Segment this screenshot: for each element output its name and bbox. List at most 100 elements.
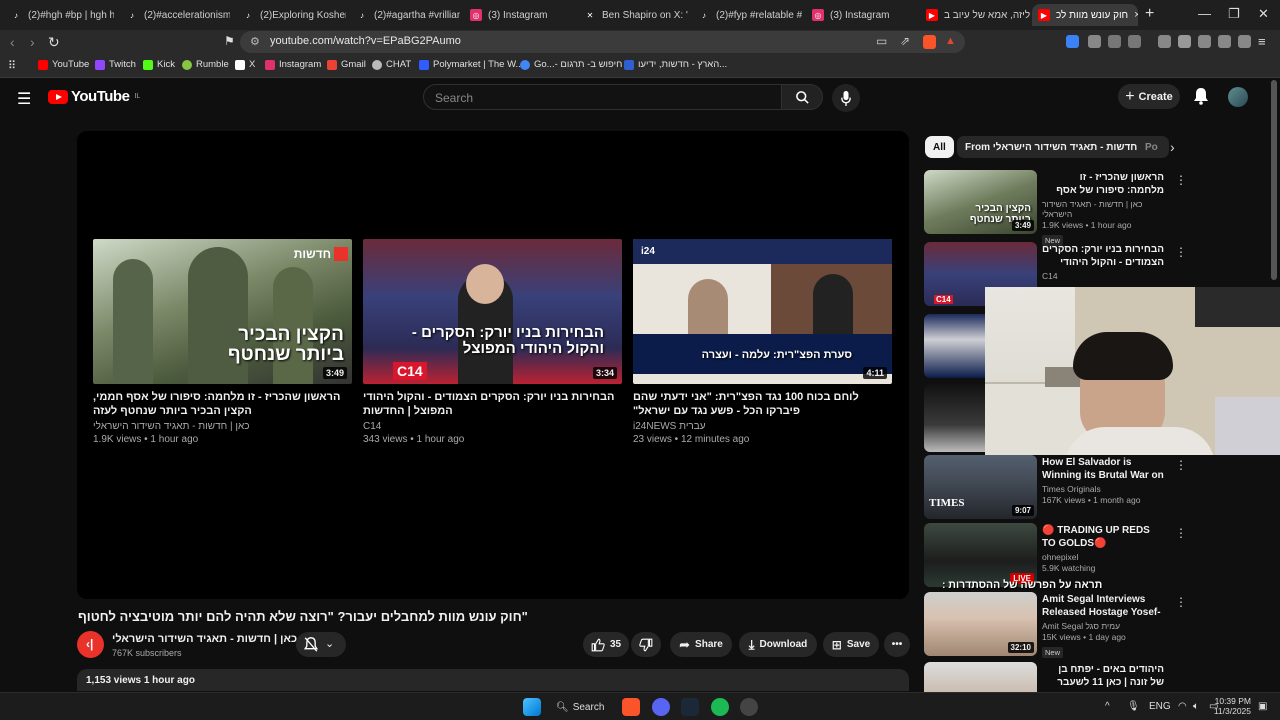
hamburger-menu-icon[interactable]: ☰ <box>17 89 31 109</box>
brave-rewards-icon[interactable]: ▲ <box>945 35 956 47</box>
brave-shields-icon[interactable] <box>923 35 936 49</box>
close-tab-icon[interactable]: × <box>1134 9 1138 21</box>
sidebar-video[interactable]: היהודים באים - יפתח בן של זונה | כאן 11 … <box>924 662 1174 692</box>
browser-tab[interactable]: ♪(2)#accelerationism # <box>120 4 230 26</box>
wifi-icon[interactable]: ◠ <box>1178 701 1187 712</box>
more-vertical-icon[interactable]: ⋮ <box>1175 526 1187 540</box>
install-icon[interactable]: ▭ <box>876 34 887 48</box>
url-field[interactable]: ⚙ youtube.com/watch?v=EPaBG2PAumo ▭ ⇗ ▲ <box>240 31 965 53</box>
c14-logo: C14 <box>393 362 427 380</box>
extension-icon[interactable] <box>1066 35 1079 48</box>
bookmark-youtube[interactable]: YouTube <box>38 59 89 70</box>
subscription-bell-button[interactable]: ⌄ <box>296 632 346 657</box>
notifications-button[interactable] <box>1193 87 1209 110</box>
sidebar-video[interactable]: הקצין הבכיר ביותר שנחטף 3:49 הראשון שהכר… <box>924 170 1187 246</box>
description-box[interactable]: 1,153 views 1 hour ago <box>77 669 909 691</box>
menu-icon[interactable]: ≡ <box>1258 34 1266 49</box>
page-scrollbar[interactable] <box>1271 80 1277 280</box>
bookmark-google-translate[interactable]: Go...- חיפוש ב- תרגום <box>520 59 622 70</box>
browser-tab[interactable]: ♪(2)#hgh #bp | hgh hor <box>4 4 114 26</box>
endscreen-video[interactable]: הבחירות בניו יורק: הסקרים - והקול היהודי… <box>363 239 622 445</box>
close-window-icon[interactable]: ✕ <box>1258 6 1269 22</box>
more-actions-button[interactable]: ••• <box>884 632 910 657</box>
browser-tab-active[interactable]: ▶ חוק עונש מוות לכ × <box>1032 4 1138 26</box>
notification-center-icon[interactable]: ▣ <box>1258 701 1267 712</box>
apps-icon[interactable]: ⠿ <box>8 59 16 72</box>
like-button[interactable]: 35 <box>583 632 629 657</box>
bookmark-kick[interactable]: Kick <box>143 59 175 70</box>
bookmark-icon[interactable]: ⚑ <box>224 34 235 48</box>
channel-avatar[interactable]: ‹| <box>77 631 104 658</box>
avatar[interactable] <box>1228 87 1248 107</box>
vpn-icon[interactable] <box>1238 35 1251 48</box>
browser-tab[interactable]: ◎ (3) Instagram <box>806 4 916 26</box>
search-input[interactable]: Search <box>423 84 782 110</box>
language-indicator[interactable]: ENG <box>1149 701 1171 712</box>
download-button[interactable]: ⤓ Download <box>739 632 817 657</box>
video-thumbnail[interactable] <box>924 314 985 378</box>
more-vertical-icon[interactable]: ⋮ <box>1175 595 1187 609</box>
bookmark-rumble[interactable]: Rumble <box>182 59 229 70</box>
app-icon[interactable] <box>740 698 758 716</box>
forward-icon[interactable]: › <box>30 34 35 50</box>
more-vertical-icon[interactable]: ⋮ <box>1175 173 1187 187</box>
chevron-right-icon[interactable]: › <box>1170 139 1175 155</box>
bookmark-gmail[interactable]: Gmail <box>327 59 366 70</box>
leo-icon[interactable] <box>1218 35 1231 48</box>
endscreen-video[interactable]: חדשות הקצין הבכיר ביותר שנחטף 3:49 הראשו… <box>93 239 352 445</box>
more-vertical-icon[interactable]: ⋮ <box>1175 245 1187 259</box>
create-button[interactable]: + Create <box>1118 84 1180 109</box>
share-icon[interactable]: ⇗ <box>900 34 910 48</box>
bookmark-chat[interactable]: CHAT <box>372 59 411 70</box>
extension-icon[interactable] <box>1128 35 1141 48</box>
new-tab-button[interactable]: + <box>1145 5 1154 23</box>
browser-tab[interactable]: ♪(2)#agartha #vrilliant | <box>350 4 460 26</box>
maximize-icon[interactable]: ❐ <box>1228 6 1240 22</box>
discord-icon[interactable] <box>652 698 670 716</box>
brave-browser-icon[interactable] <box>622 698 640 716</box>
chevron-down-icon: ⌄ <box>325 638 335 650</box>
wallet-icon[interactable] <box>1198 35 1211 48</box>
chevron-up-icon[interactable]: ^ <box>1105 701 1110 712</box>
browser-tab[interactable]: ✕Ben Shapiro on X: "No <box>578 4 688 26</box>
sidebar-video[interactable]: TIMES 9:07 How El Salvador is Winning it… <box>924 455 1187 521</box>
endscreen-video[interactable]: i24 סערת הפצ"רית: עלמה - ועצרה 4:11 לוחם… <box>633 239 892 445</box>
reload-icon[interactable]: ↻ <box>48 34 60 51</box>
minimize-icon[interactable]: — <box>1198 6 1211 21</box>
sidebar-video[interactable]: 32:10 Amit Segal Interviews Released Hos… <box>924 592 1187 658</box>
media-icon[interactable] <box>1158 35 1171 48</box>
site-info-icon[interactable]: ⚙ <box>250 35 260 48</box>
extension-icon[interactable] <box>1088 35 1101 48</box>
youtube-logo[interactable]: YouTube IL <box>48 88 140 105</box>
bookmark-instagram[interactable]: Instagram <box>265 59 321 70</box>
extensions-icon[interactable] <box>1108 35 1121 48</box>
browser-tab[interactable]: ♪(2)Exploring Kosher Cu <box>236 4 346 26</box>
microphone-icon[interactable]: 🎙︎ <box>1127 701 1140 712</box>
spotify-icon[interactable] <box>711 698 729 716</box>
bookmark-polymarket[interactable]: Polymarket | The W... <box>419 59 523 70</box>
channel-name[interactable]: כאן | חדשות - תאגיד השידור הישראלי ✔ <box>112 633 308 645</box>
bookmark-haaretz[interactable]: הארץ - חדשות, ידיעו... <box>624 59 727 70</box>
back-icon[interactable]: ‹ <box>10 34 15 50</box>
chip-more[interactable]: Po <box>1137 136 1161 158</box>
browser-tab[interactable]: ▶ עליזה, אמא של עיוב ב <box>920 4 1030 26</box>
search-button[interactable] <box>781 84 823 110</box>
windows-start-icon[interactable] <box>523 698 541 716</box>
bookmark-x[interactable]: X <box>235 59 255 70</box>
more-vertical-icon[interactable]: ⋮ <box>1175 458 1187 472</box>
bookmark-twitch[interactable]: Twitch <box>95 59 136 70</box>
browser-tab[interactable]: ♪(2)#fyp #relatable #isr <box>692 4 802 26</box>
share-button[interactable]: ➦ Share <box>670 632 732 657</box>
voice-search-button[interactable] <box>832 84 860 112</box>
video-thumbnail[interactable] <box>924 384 985 452</box>
browser-tab[interactable]: ◎ (3) Instagram <box>464 4 574 26</box>
clock[interactable]: 10:39 PM 11/3/2025 <box>1213 696 1251 716</box>
chip-all[interactable]: All <box>925 136 954 158</box>
video-player[interactable]: חדשות הקצין הבכיר ביותר שנחטף 3:49 הראשו… <box>77 131 909 599</box>
dislike-button[interactable] <box>631 632 661 657</box>
taskbar-search[interactable]: 🔍︎ Search <box>556 697 606 717</box>
sidebar-icon[interactable] <box>1178 35 1191 48</box>
volume-icon[interactable]: 🔈︎ <box>1193 701 1199 712</box>
save-button[interactable]: ⊞ Save <box>823 632 879 657</box>
steam-icon[interactable] <box>681 698 699 716</box>
